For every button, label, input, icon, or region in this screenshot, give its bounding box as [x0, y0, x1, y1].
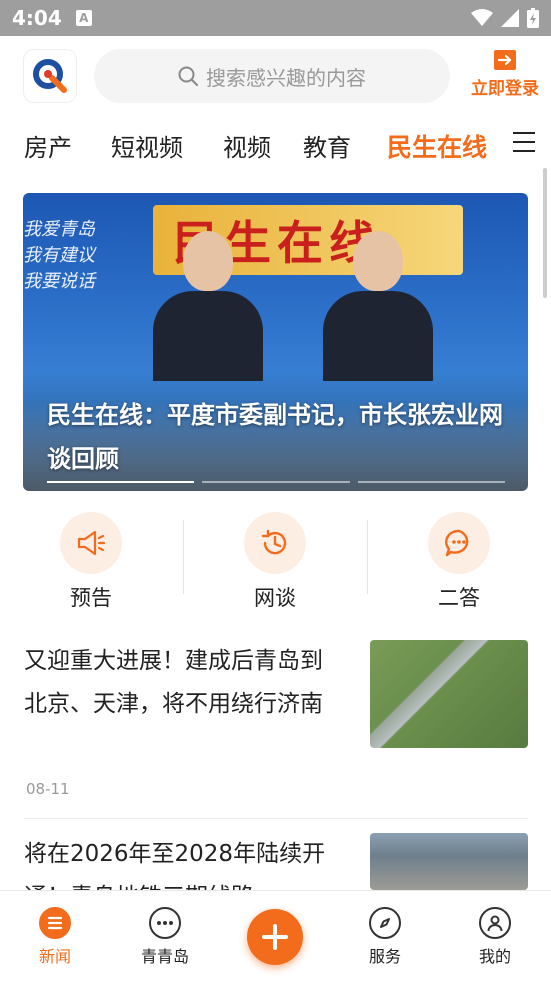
quick-entries: 预告 网谈 二答	[0, 510, 551, 614]
banner-person-left	[153, 231, 263, 381]
app-logo[interactable]	[24, 50, 76, 102]
tab-short-video[interactable]: 短视频	[111, 128, 183, 163]
banner-carousel[interactable]: 民生在线 我爱青岛 我有建议 我要说话 民生在线：平度市委副书记，市长张宏业网谈…	[23, 193, 528, 491]
chat-dots-icon	[149, 907, 181, 939]
carousel-indicator	[47, 481, 505, 483]
notification-icon: A	[75, 10, 92, 26]
logo-mark-icon	[33, 59, 67, 93]
megaphone-icon	[60, 512, 122, 574]
search-bar[interactable]: 搜索感兴趣的内容	[94, 49, 450, 103]
nav-qingqingdao[interactable]: 青青岛	[125, 907, 205, 967]
tab-house[interactable]: 房产	[24, 128, 72, 163]
quick-entry-answer[interactable]: 二答	[409, 512, 509, 612]
quick-entry-label: 二答	[438, 586, 480, 610]
chat-bubble-icon	[428, 512, 490, 574]
battery-icon	[527, 8, 539, 28]
plus-icon	[262, 924, 288, 950]
login-button[interactable]: 立即登录	[470, 50, 540, 99]
status-bar: 4:04 A	[0, 0, 551, 36]
news-item-date: 08-11	[26, 780, 70, 798]
nav-news[interactable]: 新闻	[15, 907, 95, 967]
publish-plus-button[interactable]	[247, 909, 303, 965]
quick-entry-label: 网谈	[254, 586, 296, 610]
news-item-title[interactable]: 将在2026年至2028年陆续开通！青岛地铁三期线路	[24, 833, 336, 890]
news-item-thumbnail[interactable]	[370, 833, 528, 890]
nav-label: 我的	[478, 947, 511, 966]
status-indicators	[471, 8, 539, 28]
quick-entry-talk[interactable]: 网谈	[225, 512, 325, 612]
user-icon	[479, 907, 511, 939]
channel-tabs: 房产 短视频 视频 教育 民生在线	[0, 120, 551, 170]
login-icon	[494, 50, 516, 70]
carousel-dot	[357, 481, 505, 483]
signal-icon	[501, 9, 519, 27]
tab-video[interactable]: 视频	[223, 128, 271, 163]
channel-menu-icon[interactable]	[513, 132, 535, 152]
search-placeholder: 搜索感兴趣的内容	[206, 65, 366, 90]
nav-label: 服务	[368, 947, 401, 966]
compass-icon	[369, 907, 401, 939]
nav-label: 新闻	[38, 947, 71, 966]
bottom-navigation: 新闻 青青岛 服务 我的	[0, 890, 551, 981]
news-item-thumbnail[interactable]	[370, 640, 528, 748]
scrollbar	[543, 168, 547, 298]
quick-entry-label: 预告	[70, 586, 112, 610]
nav-label: 青青岛	[140, 947, 189, 966]
banner-slogan: 我爱青岛 我有建议 我要说话	[23, 219, 95, 292]
banner-person-right	[323, 231, 433, 381]
banner-caption[interactable]: 民生在线：平度市委副书记，市长张宏业网谈回顾	[47, 393, 507, 481]
carousel-dot	[202, 481, 350, 483]
tab-minsheng-online[interactable]: 民生在线	[387, 128, 487, 164]
search-icon	[178, 66, 198, 86]
login-label: 立即登录	[471, 79, 539, 99]
app-header: 搜索感兴趣的内容 立即登录	[0, 36, 551, 116]
nav-services[interactable]: 服务	[345, 907, 425, 967]
carousel-dot	[47, 481, 195, 483]
nav-mine[interactable]: 我的	[455, 907, 535, 967]
history-clock-icon	[244, 512, 306, 574]
status-time: 4:04	[12, 6, 62, 30]
tab-education[interactable]: 教育	[303, 128, 351, 163]
news-item-title[interactable]: 又迎重大进展！建成后青岛到北京、天津，将不用绕行济南	[24, 640, 336, 726]
news-list-icon	[39, 907, 71, 939]
quick-entry-preview[interactable]: 预告	[41, 512, 141, 612]
wifi-icon	[471, 9, 493, 26]
